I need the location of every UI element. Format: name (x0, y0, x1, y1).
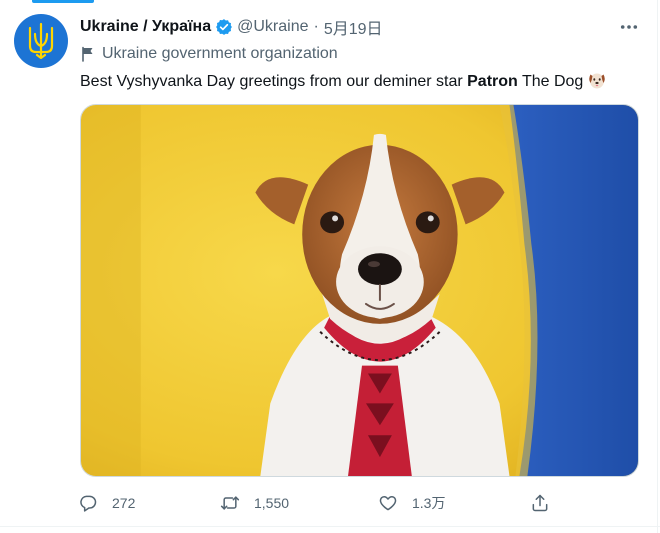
tweet-text-part: The Dog (517, 73, 584, 90)
reply-count: 272 (112, 495, 136, 511)
heart-icon (379, 496, 397, 511)
affiliation-label: Ukraine government organization (80, 43, 338, 65)
dog-face-icon (587, 70, 607, 90)
verified-badge-icon (215, 18, 233, 36)
avatar[interactable] (14, 14, 68, 68)
tweet-text-bold: Patron (467, 73, 518, 90)
tweet-text: Best Vyshyvanka Day greetings from our d… (80, 70, 607, 93)
tweet-photo[interactable] (80, 104, 639, 477)
share-button[interactable] (530, 490, 550, 516)
separator-dot: · (313, 18, 319, 35)
reply-button[interactable]: 272 (78, 490, 135, 516)
trident-icon (28, 22, 54, 60)
tweet-card[interactable]: Ukraine / Україна @Ukraine · 5月19日 Ukrai… (0, 0, 658, 530)
timestamp[interactable]: 5月19日 (324, 15, 383, 39)
retweet-count: 1,550 (254, 495, 290, 511)
display-name[interactable]: Ukraine / Україна (80, 18, 211, 36)
like-count: 1.3万 (412, 495, 446, 511)
dog-photo-image (81, 105, 638, 476)
retweet-button[interactable]: 1,550 (220, 490, 289, 516)
tweet-actions: 272 1,550 1.3万 (78, 490, 558, 516)
tweet-text-part: Best Vyshyvanka Day greetings from our d… (80, 73, 468, 90)
more-dots-icon (620, 25, 638, 29)
retweet-icon (220, 496, 240, 510)
share-icon (532, 494, 548, 512)
more-options-button[interactable] (618, 16, 640, 38)
flag-icon (80, 46, 96, 62)
reply-icon (80, 495, 97, 512)
handle[interactable]: @Ukraine (237, 18, 308, 36)
like-button[interactable]: 1.3万 (378, 490, 445, 516)
tweet-header: Ukraine / Україна @Ukraine · 5月19日 (80, 16, 383, 38)
affiliation-text: Ukraine government organization (102, 45, 338, 62)
